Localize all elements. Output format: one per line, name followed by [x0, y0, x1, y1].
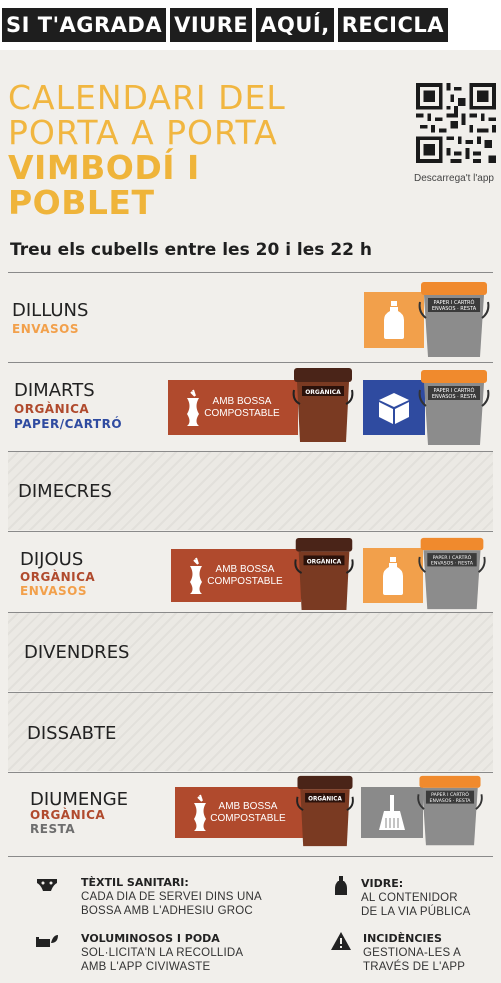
divider	[8, 856, 493, 857]
footer-text-line: BOSSA AMB L'ADHESIU GROC	[81, 905, 253, 917]
footer-text-line: CADA DIA DE SERVEI DINS UNA	[81, 891, 262, 903]
footer-vidre-body: AL CONTENIDOR DE LA VIA PÚBLICA	[361, 891, 471, 919]
tag-resta: RESTA	[30, 822, 76, 836]
tag-envasos: ENVASOS	[12, 322, 79, 336]
divider	[8, 362, 493, 363]
tag-envasos: ENVASOS	[20, 584, 87, 598]
organic-bin-icon: ORGÀNICA	[292, 368, 354, 442]
envasos-icon-box	[363, 548, 423, 603]
day-monday: DILLUNS	[12, 300, 89, 321]
footer-text-line: TRAVÉS DE L'APP	[363, 961, 466, 973]
day-saturday: DISSABTE	[27, 723, 117, 744]
divider	[8, 772, 493, 773]
header-banner: SI T'AGRADA VIURE AQUÍ, RECICLA	[0, 0, 501, 50]
footer-text-line: AL CONTENIDOR	[361, 892, 458, 904]
day-friday: DIVENDRES	[24, 642, 130, 663]
svg-text:ENVASOS · RESTA: ENVASOS · RESTA	[430, 798, 472, 804]
day-sunday: DIUMENGE	[30, 789, 129, 810]
banner-word: VIURE	[170, 8, 253, 42]
organic-bin-label: ORGÀNICA	[307, 558, 342, 565]
footer-text-line: DE LA VIA PÚBLICA	[361, 906, 471, 918]
apple-core-icon	[194, 794, 206, 831]
qr-code-icon[interactable]	[416, 80, 496, 166]
divider	[8, 531, 493, 532]
warning-icon	[331, 932, 351, 950]
bottle-icon	[383, 556, 403, 595]
glass-bottle-icon	[335, 876, 347, 895]
organic-bin-icon: ORGÀNICA	[296, 775, 354, 847]
box-icon	[379, 392, 409, 424]
organic-bin-icon: ORGÀNICA	[294, 537, 354, 611]
bottle-icon	[384, 301, 404, 339]
title-line: PORTA A PORTA	[8, 113, 278, 152]
day-wednesday: DIMECRES	[18, 481, 112, 502]
organic-bin-label: ORGÀNICA	[305, 389, 341, 396]
diaper-icon	[37, 879, 57, 891]
organic-label-box: AMB BOSSA COMPOSTABLE	[168, 380, 298, 435]
tag-organica: ORGÀNICA	[14, 402, 90, 416]
paper-icon-box	[363, 380, 425, 435]
tag-organica: ORGÀNICA	[20, 570, 96, 584]
svg-text:PAPER I CARTRÓ: PAPER I CARTRÓ	[434, 299, 475, 306]
svg-text:ENVASOS · RESTA: ENVASOS · RESTA	[432, 306, 477, 312]
organic-label-box: AMB BOSSA COMPOSTABLE	[175, 787, 303, 838]
grey-bin-icon: PAPER I CARTRÓ ENVASOS · RESTA	[418, 370, 490, 445]
grey-bin-icon: PAPER I CARTRÓ ENVASOS · RESTA	[417, 775, 483, 846]
grey-bin-icon: PAPER I CARTRÓ ENVASOS · RESTA	[418, 282, 490, 357]
svg-text:ENVASOS · RESTA: ENVASOS · RESTA	[432, 394, 477, 400]
footer-textil-body: CADA DIA DE SERVEI DINS UNA BOSSA AMB L'…	[81, 890, 262, 918]
apple-core-icon	[190, 557, 202, 594]
footer-voluminosos-title: VOLUMINOSOS I PODA	[81, 932, 220, 945]
tag-organica: ORGÀNICA	[30, 808, 106, 822]
day-thursday: DIJOUS	[20, 549, 84, 570]
banner-word: AQUÍ,	[256, 8, 334, 42]
banner-word: RECICLA	[337, 8, 448, 42]
title-line: CALENDARI DEL	[8, 78, 286, 117]
footer-incidencies-body: GESTIONA-LES A TRAVÉS DE L'APP	[363, 946, 465, 974]
divider	[8, 272, 493, 273]
footer-textil-title: TÈXTIL SANITARI:	[81, 876, 189, 889]
footer-text-line: AMB L'APP CIVIWASTE	[81, 961, 211, 973]
footer-text-line: SOL·LICITA'N LA RECOLLIDA	[81, 947, 244, 959]
grey-bin-icon: PAPER I CARTRÓ ENVASOS · RESTA	[418, 537, 486, 610]
qr-caption: Descarrega't l'app	[414, 173, 494, 184]
footer-voluminosos-body: SOL·LICITA'N LA RECOLLIDA AMB L'APP CIVI…	[81, 946, 243, 974]
banner-word: SI T'AGRADA	[2, 8, 167, 42]
title-town: POBLET	[8, 183, 155, 222]
title-town: VIMBODÍ I	[8, 148, 200, 187]
svg-text:ENVASOS · RESTA: ENVASOS · RESTA	[431, 561, 474, 567]
subtitle: Treu els cubells entre les 20 i les 22 h	[10, 240, 373, 260]
broom-icon	[379, 794, 405, 830]
tag-paper: PAPER/CARTRÓ	[14, 417, 123, 431]
organic-label-box: AMB BOSSA COMPOSTABLE	[171, 549, 301, 602]
footer-vidre-title: VIDRE:	[361, 877, 404, 890]
footer-text-line: GESTIONA-LES A	[363, 947, 462, 959]
footer-incidencies-title: INCIDÈNCIES	[363, 932, 442, 945]
page-title: CALENDARI DEL PORTA A PORTA VIMBODÍ I PO…	[8, 80, 286, 220]
day-tuesday: DIMARTS	[14, 380, 95, 401]
organic-bin-label: ORGÀNICA	[308, 796, 342, 803]
apple-core-icon	[187, 389, 199, 426]
envasos-icon-box	[364, 292, 424, 348]
sofa-leaf-icon	[36, 935, 58, 947]
svg-text:PAPER I CARTRÓ: PAPER I CARTRÓ	[434, 387, 475, 394]
